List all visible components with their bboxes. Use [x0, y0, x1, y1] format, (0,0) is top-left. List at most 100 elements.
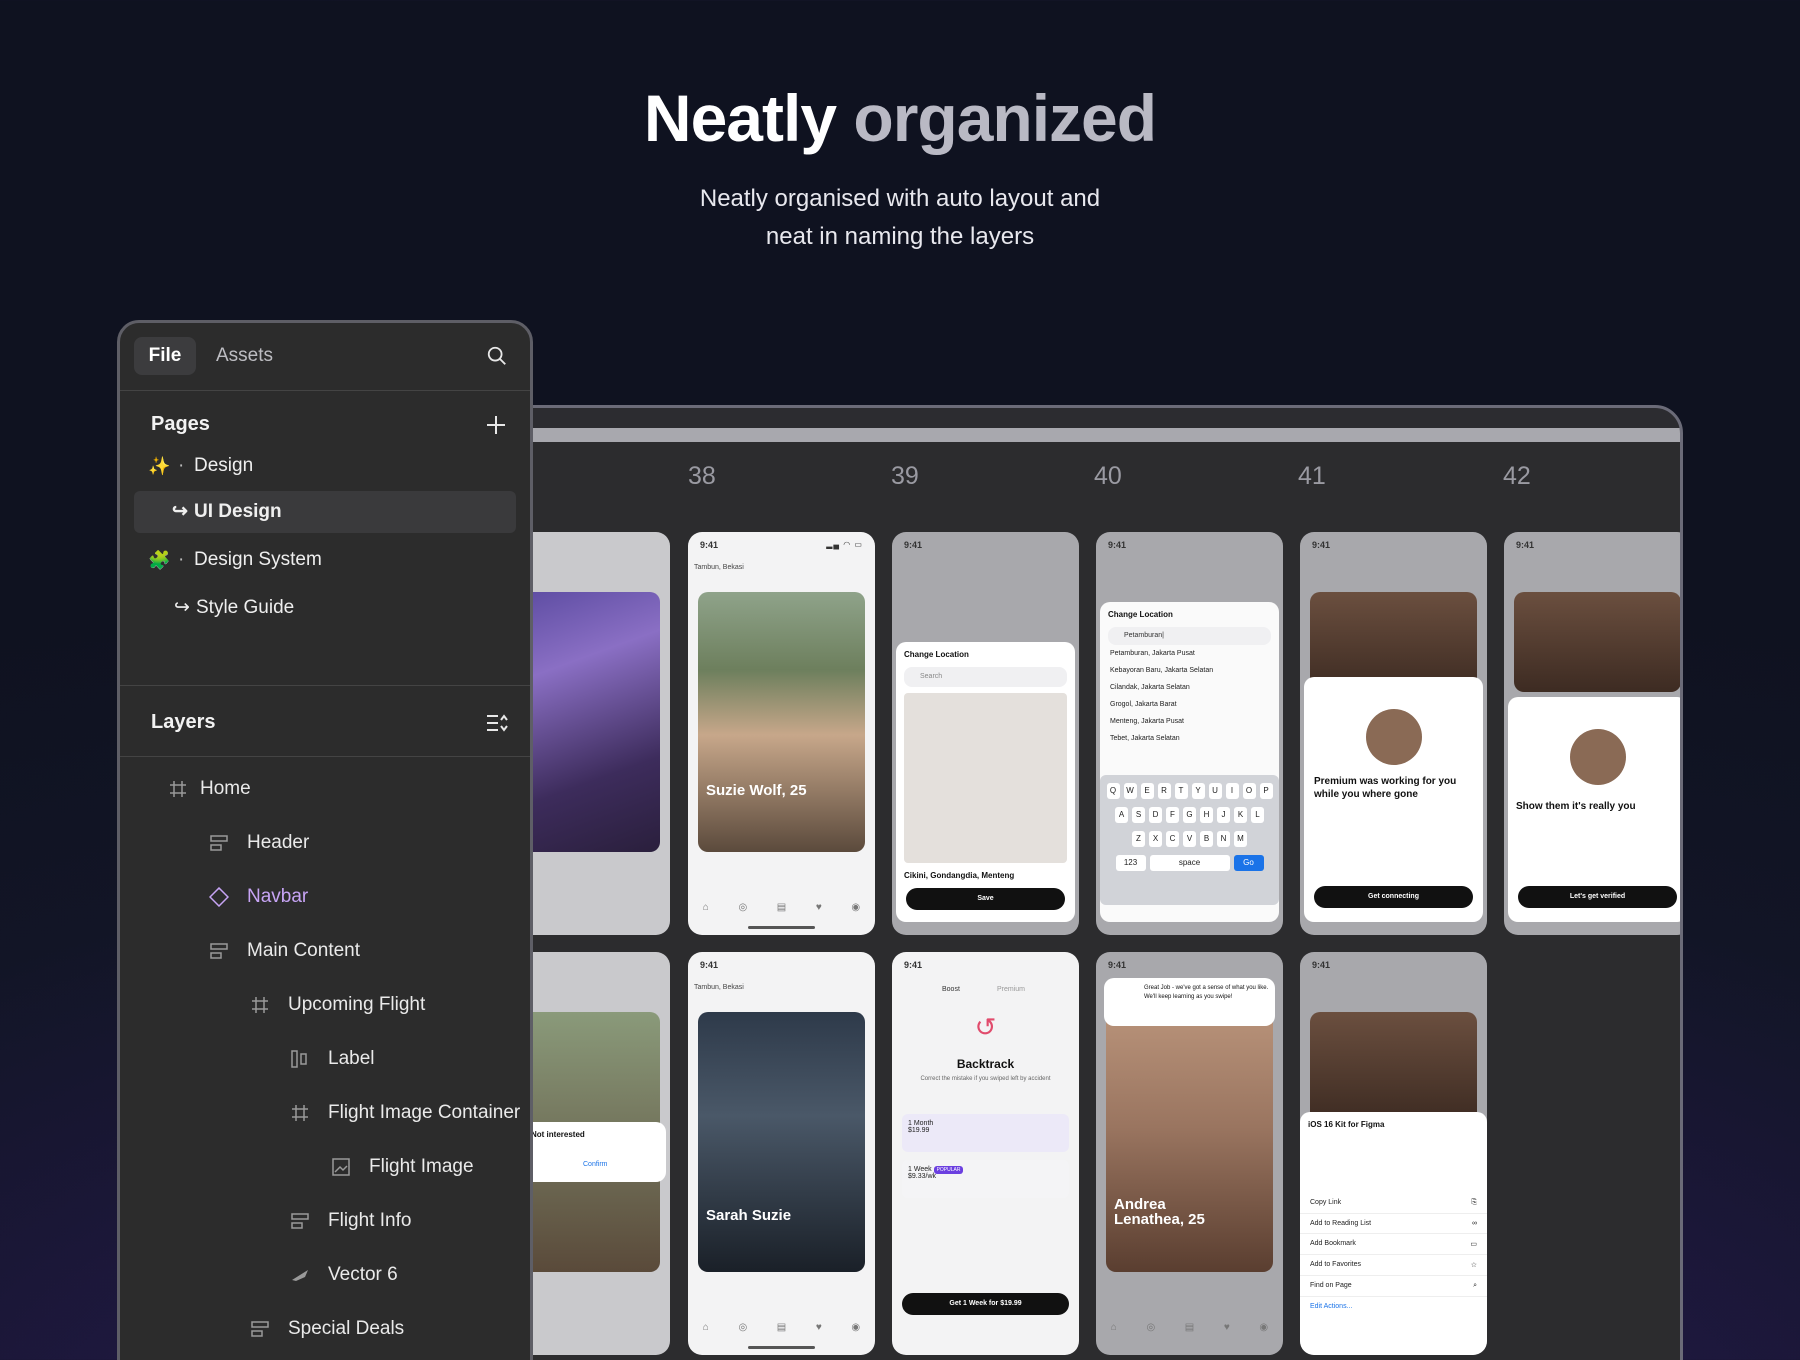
search-input[interactable]: Search — [904, 667, 1067, 687]
frame-number: 40 — [1094, 462, 1122, 490]
collapse-layers-icon[interactable] — [484, 711, 508, 735]
key[interactable]: G — [1183, 807, 1196, 823]
key[interactable]: M — [1234, 831, 1247, 847]
share-action-label: Copy Link — [1310, 1199, 1342, 1206]
hero-title-word-1: Neatly — [643, 81, 837, 155]
verify-button[interactable]: Let's get verified — [1518, 886, 1677, 908]
key[interactable]: W — [1123, 783, 1137, 799]
key[interactable]: Z — [1132, 831, 1145, 847]
phone-frame[interactable]: 9:41 Change Location Search Cikini, Gond… — [892, 532, 1079, 935]
search-input[interactable]: Petamburan| — [1108, 627, 1271, 645]
key[interactable]: B — [1200, 831, 1213, 847]
key[interactable]: V — [1183, 831, 1196, 847]
save-button[interactable]: Save — [906, 888, 1065, 910]
verify-sheet: Show them it's really you Let's get veri… — [1508, 697, 1680, 922]
hero-title: Neatly organized — [0, 80, 1800, 156]
plan-name: 1 Week — [908, 1166, 932, 1173]
plan-option[interactable]: 1 Week POPULAR $9.33/wk — [902, 1160, 1069, 1198]
key-123[interactable]: 123 — [1115, 855, 1146, 871]
location-label: Tambun, Bekasi — [694, 984, 744, 991]
phone-frame[interactable]: 9:41 ▂▄ ◠ ▭ Tambun, Bekasi Suzie Wolf, 2… — [688, 532, 875, 935]
location-result[interactable]: Tebet, Jakarta Selatan — [1100, 730, 1279, 747]
vector-icon — [292, 1270, 308, 1281]
key[interactable]: T — [1174, 783, 1188, 799]
share-sheet: iOS 16 Kit for Figma Copy Link ⎘ Add to R… — [1300, 1112, 1487, 1355]
location-result[interactable]: Grogol, Jakarta Barat — [1100, 696, 1279, 713]
share-action[interactable]: Add to Reading List ∞ — [1300, 1214, 1487, 1234]
key[interactable]: S — [1132, 807, 1145, 823]
share-targets[interactable] — [1300, 1137, 1487, 1193]
keyboard[interactable]: Q W E R T Y U I O P A S D F G H J K L Z … — [1100, 775, 1279, 905]
layer-label: Flight Info — [328, 1210, 412, 1231]
hero-subtitle: Neatly organised with auto layout and ne… — [650, 180, 1150, 256]
buy-button[interactable]: Get 1 Week for $19.99 — [902, 1293, 1069, 1315]
phone-frame[interactable]: 9:41 Tambun, Bekasi Sarah Suzie ⌂ ◎ ▤ ♥ ◉ — [688, 952, 875, 1355]
page-item-design-system[interactable]: 🧩 · Design System — [134, 539, 516, 581]
phone-frame[interactable]: 9:41 Premium was working for you while y… — [1300, 532, 1487, 935]
key[interactable]: I — [1225, 783, 1239, 799]
tab-premium[interactable]: Premium — [997, 986, 1025, 993]
home-indicator — [748, 926, 815, 929]
page-item-ui-design[interactable]: ↪ UI Design — [134, 491, 516, 533]
key-space[interactable]: space — [1149, 855, 1230, 871]
share-action[interactable]: Find on Page ⌕ — [1300, 1276, 1487, 1297]
subpage-arrow-icon: ↪ — [172, 501, 188, 522]
tab-boost[interactable]: Boost — [942, 986, 960, 993]
design-canvas[interactable]: 38 39 40 41 42 9:41 ▂▄ ◠ ▭ Tambun, Bekas… — [503, 442, 1680, 1360]
key[interactable]: X — [1149, 831, 1162, 847]
image-icon — [332, 1158, 350, 1176]
location-result[interactable]: Kebayoran Baru, Jakarta Selatan — [1100, 662, 1279, 679]
phone-frame[interactable]: 9:41 Change Location Petamburan| Petambu… — [1096, 532, 1283, 935]
device-top-bar — [503, 428, 1680, 442]
key[interactable]: C — [1166, 831, 1179, 847]
location-result[interactable]: Menteng, Jakarta Pusat — [1100, 713, 1279, 730]
key[interactable]: U — [1208, 783, 1222, 799]
hero-subtitle-line-2: neat in naming the layers — [765, 223, 1035, 250]
key[interactable]: E — [1140, 783, 1154, 799]
phone-frame[interactable]: 9:41 Boost Premium ↺ Backtrack Correct t… — [892, 952, 1079, 1355]
backtrack-title: Backtrack — [956, 1057, 1015, 1071]
share-action[interactable]: Add Bookmark ▭ — [1300, 1234, 1487, 1255]
bottom-nav: ⌂ ◎ ▤ ♥ ◉ — [1110, 1322, 1269, 1333]
key[interactable]: J — [1217, 807, 1230, 823]
search-icon[interactable] — [486, 345, 508, 367]
share-action[interactable]: Copy Link ⎘ — [1300, 1193, 1487, 1214]
profile-photo — [1514, 592, 1680, 692]
share-action[interactable]: Add to Favorites ☆ — [1300, 1255, 1487, 1276]
key[interactable]: Y — [1191, 783, 1205, 799]
key[interactable]: K — [1234, 807, 1247, 823]
plan-price: $9.33/wk — [908, 1173, 937, 1180]
phone-frame[interactable]: 9:41 iOS 16 Kit for Figma Copy Link ⎘ Add… — [1300, 952, 1487, 1355]
key[interactable]: O — [1242, 783, 1256, 799]
key[interactable]: L — [1251, 807, 1264, 823]
plan-option[interactable]: 1 Month $19.99 — [902, 1114, 1069, 1152]
key[interactable]: H — [1200, 807, 1213, 823]
backtrack-subtitle: Correct the mistake if you swiped left b… — [920, 1076, 1051, 1082]
frame-icon — [292, 1105, 308, 1121]
location-result[interactable]: Petamburan, Jakarta Pusat — [1100, 645, 1279, 662]
add-page-icon[interactable] — [484, 413, 508, 437]
key[interactable]: R — [1157, 783, 1171, 799]
phone-frame[interactable]: 9:41 Show them it's really you Let's get… — [1504, 532, 1680, 935]
section-divider — [120, 685, 530, 686]
key[interactable]: D — [1149, 807, 1162, 823]
panel-tab-bar: File Assets — [120, 323, 530, 391]
key-go[interactable]: Go — [1233, 855, 1264, 871]
confirm-button[interactable]: Confirm — [523, 1147, 666, 1168]
hero-title-word-2: organized — [853, 81, 1157, 155]
key[interactable]: P — [1259, 783, 1273, 799]
map-view[interactable] — [904, 693, 1067, 863]
tab-file[interactable]: File — [134, 337, 196, 375]
location-result[interactable]: Cilandak, Jakarta Selatan — [1100, 679, 1279, 696]
key[interactable]: A — [1115, 807, 1128, 823]
get-connecting-button[interactable]: Get connecting — [1314, 886, 1473, 908]
edit-actions-link[interactable]: Edit Actions... — [1300, 1297, 1487, 1316]
page-item-design[interactable]: ✨ · Design — [134, 445, 516, 487]
pages-title: Pages — [151, 413, 210, 435]
tab-assets[interactable]: Assets — [216, 337, 273, 375]
phone-frame[interactable]: 9:41 Great Job - we've got a sense of wh… — [1096, 952, 1283, 1355]
key[interactable]: Q — [1106, 783, 1120, 799]
page-item-style-guide[interactable]: ↪ Style Guide — [134, 587, 516, 629]
key[interactable]: F — [1166, 807, 1179, 823]
key[interactable]: N — [1217, 831, 1230, 847]
